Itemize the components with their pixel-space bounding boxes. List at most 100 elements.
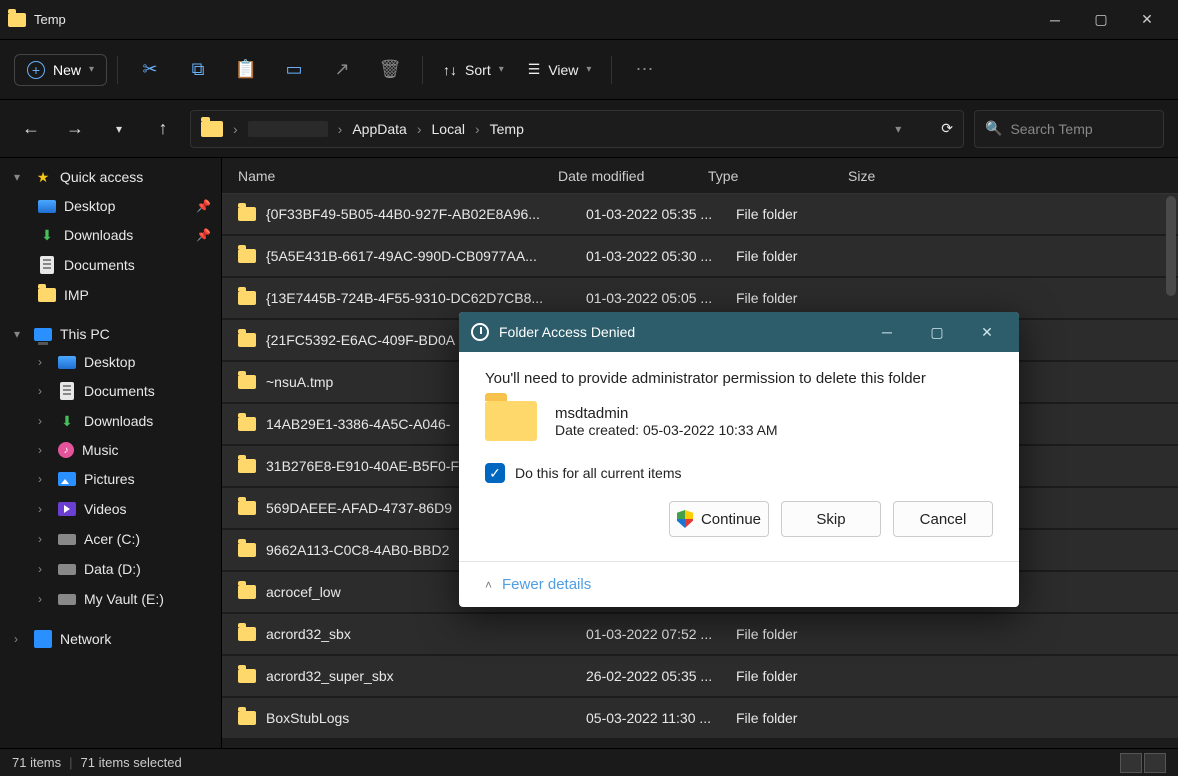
icons-view-button[interactable] — [1144, 753, 1166, 773]
file-name: BoxStubLogs — [266, 710, 586, 726]
file-row[interactable]: acrord32_super_sbx 26-02-2022 05:35 ... … — [222, 656, 1178, 696]
file-name: {0F33BF49-5B05-44B0-927F-AB02E8A96... — [266, 206, 586, 222]
breadcrumb-item[interactable]: AppData — [352, 121, 406, 137]
search-placeholder: Search Temp — [1010, 121, 1092, 137]
dialog-folder-date: Date created: 05-03-2022 10:33 AM — [555, 422, 778, 438]
chevron-down-icon: ▾ — [14, 327, 26, 341]
pin-icon: 📌 — [196, 199, 211, 213]
copy-button[interactable]: ⧉ — [176, 50, 220, 90]
arrow-right-icon: → — [66, 118, 84, 139]
dialog-close-button[interactable]: ✕ — [967, 316, 1007, 348]
new-label: New — [53, 62, 81, 78]
paste-button[interactable]: 📋 — [224, 50, 268, 90]
refresh-button[interactable]: ⟳ — [941, 120, 953, 137]
new-button[interactable]: + New ▾ — [14, 54, 107, 86]
fewer-details-button[interactable]: ˄ Fewer details — [459, 561, 1019, 607]
clipboard-icon: 📋 — [235, 59, 257, 80]
downloads-icon: ⬇ — [58, 412, 76, 430]
minimize-button[interactable]: ─ — [1032, 4, 1078, 36]
scrollbar[interactable] — [1166, 196, 1176, 296]
back-button[interactable]: ← — [14, 112, 48, 146]
rename-icon: ▭ — [286, 59, 303, 80]
sidebar-item[interactable]: Desktop 📌 — [0, 192, 221, 220]
cut-button[interactable]: ✂ — [128, 50, 172, 90]
sidebar-item[interactable]: › ♪ Music — [0, 436, 221, 464]
downloads-icon: ⬇ — [38, 226, 56, 244]
continue-label: Continue — [701, 511, 761, 528]
close-button[interactable]: ✕ — [1124, 4, 1170, 36]
plus-icon: + — [27, 61, 45, 79]
dialog-maximize-button[interactable]: ▢ — [917, 316, 957, 348]
delete-button[interactable]: 🗑 — [368, 50, 412, 90]
folder-icon — [485, 401, 537, 441]
details-view-button[interactable] — [1120, 753, 1142, 773]
sidebar-item[interactable]: › Videos — [0, 494, 221, 524]
col-date[interactable]: Date modified — [558, 168, 708, 184]
col-type[interactable]: Type — [708, 168, 848, 184]
chevron-right-icon: › — [38, 443, 50, 457]
chevron-down-icon[interactable]: ▾ — [895, 122, 901, 136]
skip-button[interactable]: Skip — [781, 501, 881, 537]
file-row[interactable]: {5A5E431B-6617-49AC-990D-CB0977AA... 01-… — [222, 236, 1178, 276]
chevron-up-icon: ˄ — [485, 578, 492, 592]
videos-icon — [58, 502, 76, 516]
chevron-right-icon: › — [475, 121, 480, 137]
sidebar-item[interactable]: ⬇ Downloads 📌 — [0, 220, 221, 250]
folder-icon — [238, 585, 256, 599]
view-icon: ☰ — [528, 61, 541, 78]
folder-icon — [238, 291, 256, 305]
sidebar-item-label: Downloads — [64, 227, 133, 243]
chevron-right-icon: › — [38, 414, 50, 428]
sidebar-item-label: Data (D:) — [84, 561, 141, 577]
sidebar-item[interactable]: › Desktop — [0, 348, 221, 376]
ellipsis-icon: ⋯ — [635, 59, 653, 80]
window-title: Temp — [34, 12, 66, 27]
share-icon: ↗ — [335, 59, 350, 80]
chevron-down-icon: ▾ — [586, 64, 591, 75]
cancel-label: Cancel — [920, 511, 967, 528]
sidebar-item[interactable]: › ⬇ Downloads — [0, 406, 221, 436]
search-input[interactable]: 🔍 Search Temp — [974, 110, 1164, 148]
chevron-right-icon: › — [38, 384, 50, 398]
recent-button[interactable]: ▾ — [102, 112, 136, 146]
breadcrumb[interactable]: › › AppData › Local › Temp ▾ ⟳ — [190, 110, 964, 148]
file-row[interactable]: acrord32_sbx 01-03-2022 07:52 ... File f… — [222, 614, 1178, 654]
dialog-minimize-button[interactable]: ─ — [867, 316, 907, 348]
sidebar-item[interactable]: › Pictures — [0, 464, 221, 494]
sort-button[interactable]: ↑↓ Sort ▾ — [433, 62, 514, 78]
chevron-down-icon: ▾ — [116, 122, 122, 136]
up-button[interactable]: ↑ — [146, 112, 180, 146]
share-button[interactable]: ↗ — [320, 50, 364, 90]
sidebar: ▾ ★ Quick access Desktop 📌 ⬇ Downloads 📌… — [0, 158, 222, 748]
sidebar-item[interactable]: Documents — [0, 250, 221, 280]
col-size[interactable]: Size — [848, 168, 948, 184]
sidebar-item[interactable]: IMP — [0, 280, 221, 310]
breadcrumb-item[interactable]: Temp — [490, 121, 524, 137]
sidebar-item[interactable]: › My Vault (E:) — [0, 584, 221, 614]
sidebar-item[interactable]: › Documents — [0, 376, 221, 406]
cancel-button[interactable]: Cancel — [893, 501, 993, 537]
file-row[interactable]: {0F33BF49-5B05-44B0-927F-AB02E8A96... 01… — [222, 194, 1178, 234]
sidebar-network[interactable]: › Network — [0, 624, 221, 654]
maximize-button[interactable]: ▢ — [1078, 4, 1124, 36]
rename-button[interactable]: ▭ — [272, 50, 316, 90]
do-for-all-checkbox[interactable]: ✓ — [485, 463, 505, 483]
view-button[interactable]: ☰ View ▾ — [518, 61, 602, 78]
sidebar-this-pc[interactable]: ▾ This PC — [0, 320, 221, 348]
sidebar-label: Network — [60, 631, 111, 647]
more-button[interactable]: ⋯ — [622, 50, 666, 90]
file-row[interactable]: BoxStubLogs 05-03-2022 11:30 ... File fo… — [222, 698, 1178, 738]
chevron-down-icon: ▾ — [89, 64, 94, 75]
column-headers[interactable]: Name Date modified Type Size — [222, 158, 1178, 194]
breadcrumb-item[interactable]: Local — [432, 121, 465, 137]
continue-button[interactable]: Continue — [669, 501, 769, 537]
chevron-down-icon: ▾ — [499, 64, 504, 75]
folder-icon — [201, 121, 223, 137]
col-name[interactable]: Name — [238, 168, 558, 184]
folder-icon — [238, 669, 256, 683]
sidebar-quick-access[interactable]: ▾ ★ Quick access — [0, 162, 221, 192]
sidebar-item[interactable]: › Data (D:) — [0, 554, 221, 584]
sidebar-item[interactable]: › Acer (C:) — [0, 524, 221, 554]
forward-button[interactable]: → — [58, 112, 92, 146]
chevron-right-icon: › — [38, 502, 50, 516]
